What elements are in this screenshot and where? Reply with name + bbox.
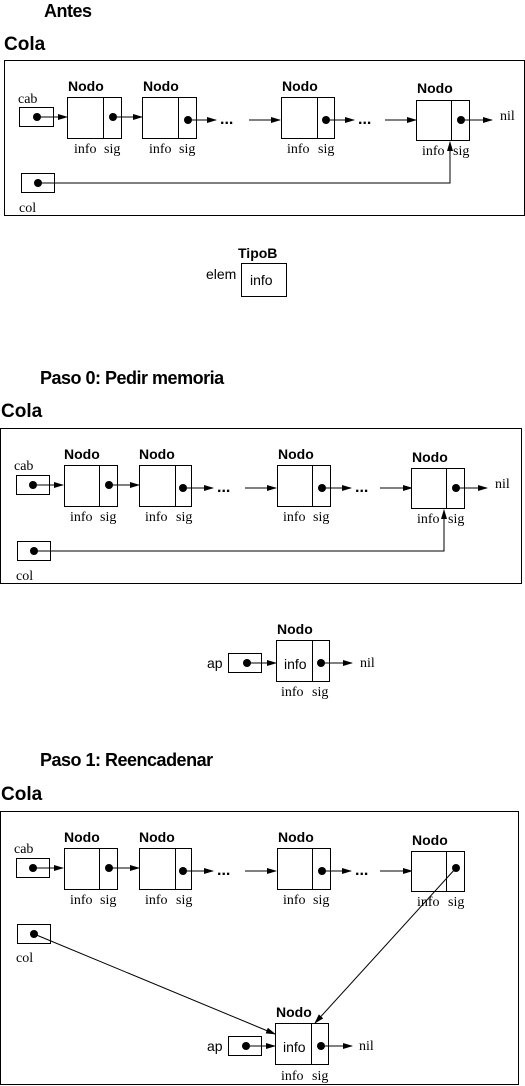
svg-text:...: ... [220, 111, 233, 128]
heading-paso-1: Paso 1: Reencadenar [40, 750, 213, 770]
svg-text:Nodo: Nodo [282, 78, 318, 94]
svg-text:sig: sig [448, 895, 464, 910]
svg-text:cab: cab [14, 459, 33, 474]
svg-text:Nodo: Nodo [277, 621, 313, 637]
svg-text:info: info [74, 142, 97, 157]
svg-text:Nodo: Nodo [68, 78, 104, 94]
svg-text:Nodo: Nodo [412, 832, 448, 848]
svg-text:col: col [16, 951, 33, 966]
svg-text:info: info [283, 510, 306, 525]
svg-text:Nodo: Nodo [278, 829, 314, 845]
svg-text:Nodo: Nodo [139, 446, 175, 462]
svg-text:info: info [281, 1069, 304, 1084]
svg-text:sig: sig [100, 893, 116, 908]
svg-text:info: info [250, 272, 273, 288]
svg-text:TipoB: TipoB [238, 245, 277, 261]
svg-text:ap: ap [207, 655, 223, 671]
heading-antes: Antes [44, 1, 92, 21]
svg-text:Nodo: Nodo [143, 78, 179, 94]
new-node-paso-0: Nodo ap info nil info sig [207, 621, 375, 700]
svg-text:sig: sig [313, 510, 329, 525]
heading-paso-0: Paso 0: Pedir memoria [40, 368, 225, 388]
svg-text:Nodo: Nodo [64, 446, 100, 462]
svg-text:sig: sig [100, 510, 116, 525]
svg-text:sig: sig [318, 142, 334, 157]
svg-text:sig: sig [104, 142, 120, 157]
svg-text:Nodo: Nodo [139, 829, 175, 845]
svg-text:cab: cab [14, 842, 33, 857]
svg-text:info: info [283, 1039, 306, 1055]
svg-text:Nodo: Nodo [278, 446, 314, 462]
svg-text:info: info [284, 656, 307, 672]
label-cab: cab [18, 92, 37, 107]
svg-text:nil: nil [495, 477, 510, 492]
label-col: col [19, 201, 36, 216]
svg-text:info: info [287, 142, 310, 157]
svg-text:...: ... [358, 111, 371, 128]
svg-text:sig: sig [176, 893, 192, 908]
svg-text:info: info [70, 893, 93, 908]
svg-text:ap: ap [207, 1038, 223, 1054]
svg-text:Nodo: Nodo [64, 829, 100, 845]
svg-text:nil: nil [500, 109, 515, 124]
svg-text:nil: nil [360, 656, 375, 671]
svg-text:nil: nil [359, 1039, 374, 1054]
svg-text:Nodo: Nodo [417, 80, 453, 96]
svg-text:sig: sig [313, 893, 329, 908]
queue-title-paso-0: Cola [1, 401, 43, 422]
element-tipob: TipoB elem info [206, 245, 287, 297]
svg-text:col: col [16, 569, 33, 584]
svg-text:info: info [145, 893, 168, 908]
queue-title-paso-1: Cola [1, 784, 43, 805]
svg-text:Nodo: Nodo [412, 449, 448, 465]
svg-text:sig: sig [453, 144, 469, 159]
svg-text:info: info [70, 510, 93, 525]
svg-text:info: info [149, 142, 172, 157]
svg-text:info: info [145, 510, 168, 525]
svg-text:sig: sig [179, 142, 195, 157]
svg-text:...: ... [355, 479, 368, 496]
svg-text:info: info [422, 144, 445, 159]
svg-text:info: info [281, 685, 304, 700]
svg-text:...: ... [217, 479, 230, 496]
svg-text:sig: sig [312, 685, 328, 700]
svg-text:info: info [417, 512, 440, 527]
svg-text:elem: elem [206, 266, 236, 282]
queue-diagram: Antes Cola cab Nodo info sig Nodo info s… [0, 1, 525, 1085]
svg-text:sig: sig [312, 1069, 328, 1084]
svg-text:...: ... [217, 862, 230, 879]
svg-text:sig: sig [176, 510, 192, 525]
svg-text:info: info [283, 893, 306, 908]
svg-text:sig: sig [448, 512, 464, 527]
queue-title-antes: Cola [4, 34, 46, 55]
svg-text:Nodo: Nodo [276, 1004, 312, 1020]
svg-text:...: ... [355, 862, 368, 879]
